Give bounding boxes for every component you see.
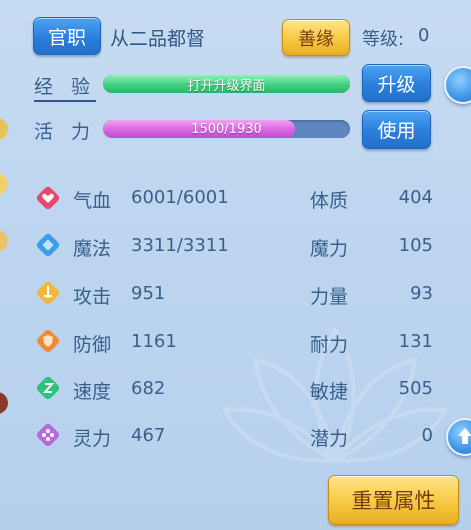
attr-value-magic: 105 [398,235,433,256]
stat-value-spirit: 467 [131,425,166,446]
character-attributes-panel: 官职 从二品都督 善缘 等级: 0 经 验 打开升级界面 升级 活 力 1500… [0,0,471,530]
side-badge-icon[interactable] [0,230,8,252]
stat-value-defense: 1161 [131,331,177,352]
rank-title: 从二品都督 [110,28,206,50]
karma-button[interactable]: 善缘 [282,19,350,56]
heart-icon [34,184,62,212]
experience-bar-text: 打开升级界面 [187,78,266,94]
stat-value-hp: 6001/6001 [131,187,229,208]
stat-value-speed: 682 [131,378,166,399]
side-badge-icon[interactable] [0,118,8,140]
spirit-icon [34,421,62,449]
attr-label-agility: 敏捷 [310,381,349,403]
attr-value-endurance: 131 [398,331,433,352]
stat-value-mp: 3311/3311 [131,235,229,256]
stat-value-attack: 951 [131,283,166,304]
stat-label-spirit: 灵力 [73,428,112,450]
sword-icon [34,279,62,307]
experience-label: 经 验 [34,72,97,102]
experience-label-text: 经 验 [34,76,97,102]
attr-value-potential: 0 [421,425,433,446]
stat-label-defense: 防御 [73,334,112,356]
experience-bar[interactable]: 打开升级界面 [103,75,350,93]
shield-icon [34,327,62,355]
add-points-arrow-icon[interactable] [446,418,471,456]
stat-label-mp: 魔法 [73,238,112,260]
official-position-button[interactable]: 官职 [33,17,101,55]
vitality-label: 活 力 [34,121,97,143]
reset-attributes-button[interactable]: 重置属性 [328,475,459,525]
vitality-bar: 1500/1930 [103,120,350,138]
attr-label-endurance: 耐力 [310,334,349,356]
stat-label-attack: 攻击 [73,286,112,308]
stat-label-hp: 气血 [73,190,112,212]
side-badge-icon[interactable] [0,173,8,195]
attr-value-constitution: 404 [398,187,433,208]
level-value: 0 [418,25,430,46]
attr-value-agility: 505 [398,378,433,399]
attr-value-strength: 93 [410,283,433,304]
level-label: 等级: [362,29,405,50]
gift-icon[interactable] [444,66,471,104]
vitality-bar-text: 1500/1930 [191,121,262,137]
stat-label-speed: 速度 [73,381,112,403]
use-vitality-button[interactable]: 使用 [362,110,431,149]
attr-label-magic: 魔力 [310,238,349,260]
attr-label-potential: 潜力 [310,428,349,450]
attr-label-strength: 力量 [310,286,349,308]
side-badge-icon[interactable] [0,392,8,414]
attr-label-constitution: 体质 [310,190,349,212]
upgrade-button[interactable]: 升级 [362,64,431,102]
speed-icon [34,374,62,402]
mana-diamond-icon [34,231,62,259]
